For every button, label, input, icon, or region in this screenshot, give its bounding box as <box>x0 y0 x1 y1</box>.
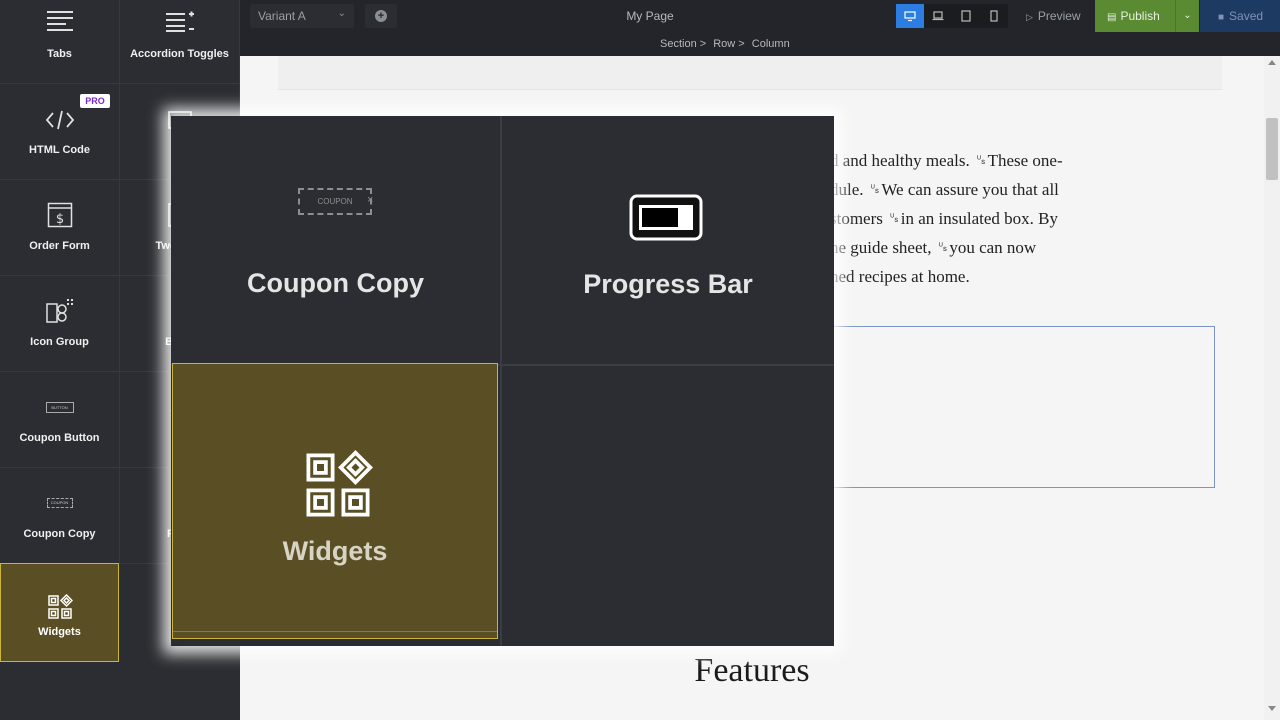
coupon-copy-zoom-icon-text: COUPON <box>317 197 353 206</box>
editor-topbar: Variant A ⌄ + My Page Section > Row > Co… <box>240 0 1280 56</box>
publish-icon: ▤ <box>1107 12 1117 23</box>
scroll-thumb[interactable] <box>1266 118 1278 180</box>
element-label: Accordion Toggles <box>130 48 229 60</box>
text-line: ned recipes at home. <box>830 267 970 286</box>
add-variant-button[interactable]: + <box>365 4 397 28</box>
element-label: Widgets <box>38 626 81 638</box>
element-widgets[interactable]: Widgets <box>0 563 119 662</box>
element-label: Tabs <box>47 48 72 60</box>
page-body-text[interactable]: d and healthy meals. ␟These one- dule. ␟… <box>830 146 1250 291</box>
icon-group-icon <box>45 299 73 323</box>
preview-label: Preview <box>1037 9 1081 23</box>
widgets-icon <box>303 450 373 525</box>
progress-bar-icon <box>629 194 703 246</box>
pro-badge: PRO <box>80 94 110 108</box>
zoom-cell-coupon-copy[interactable]: COUPON × Coupon Copy <box>171 116 500 364</box>
coupon-button-icon: BUTTON <box>45 402 74 413</box>
element-label: Coupon Copy <box>23 528 96 540</box>
text-line: dule. ␟We can assure you that all <box>830 180 1059 199</box>
publish-options-chevron-icon[interactable]: ⌄ <box>1175 0 1199 32</box>
breadcrumb: Section > Row > Column <box>660 38 880 50</box>
desktop-icon <box>904 10 916 21</box>
tablet-view-button[interactable] <box>952 4 980 28</box>
breadcrumb-section[interactable]: Section > <box>660 38 706 50</box>
accordion-icon <box>165 11 194 32</box>
page-section-strip[interactable] <box>278 56 1222 90</box>
selected-element-outline[interactable] <box>830 326 1215 488</box>
publish-button[interactable]: ▤ Publish ⌄ <box>1095 0 1199 32</box>
coupon-copy-icon-text: COUPON <box>50 500 69 505</box>
laptop-view-button[interactable] <box>924 4 952 28</box>
text-line: he guide sheet, ␟you can now <box>830 238 1037 257</box>
order-form-icon: $ <box>47 202 72 228</box>
features-heading[interactable]: Features <box>660 652 844 690</box>
device-switcher <box>896 4 1008 28</box>
breadcrumb-column[interactable]: Column <box>752 38 790 50</box>
page-title: My Page <box>626 9 674 23</box>
tabs-icon <box>46 11 73 31</box>
element-icon-group[interactable]: Icon Group <box>0 276 120 372</box>
mobile-icon <box>990 10 998 22</box>
element-coupon-copy[interactable]: COUPON Coupon Copy <box>0 468 120 564</box>
element-tabs[interactable]: Tabs <box>0 0 120 84</box>
breadcrumb-row[interactable]: Row > <box>713 38 745 50</box>
preview-button[interactable]: ▷ Preview <box>1026 9 1081 23</box>
element-accordion-toggles[interactable]: Accordion Toggles <box>120 0 240 84</box>
element-coupon-button[interactable]: BUTTON Coupon Button <box>0 372 120 468</box>
close-icon: × <box>367 194 374 206</box>
widgets-icon <box>47 594 73 619</box>
laptop-icon <box>932 11 944 21</box>
coupon-copy-icon: COUPON <box>298 188 372 215</box>
desktop-view-button[interactable] <box>896 4 924 28</box>
tablet-icon <box>961 10 971 22</box>
variant-select[interactable]: Variant A ⌄ <box>250 4 354 28</box>
mobile-view-button[interactable] <box>980 4 1008 28</box>
element-label: HTML Code <box>29 144 90 156</box>
zoom-cell-progress-bar[interactable]: Progress Bar <box>502 116 834 364</box>
zoom-cell-label: Widgets <box>282 536 388 566</box>
scroll-down-arrow[interactable] <box>1268 706 1276 711</box>
code-icon <box>45 110 74 130</box>
page-scrollbar[interactable] <box>1264 56 1280 720</box>
saved-label: Saved <box>1229 9 1264 23</box>
play-icon: ▷ <box>1026 12 1033 22</box>
coupon-button-icon-text: BUTTON <box>51 405 68 410</box>
magnified-element-preview: COUPON × Coupon Copy Progress Bar Widget… <box>171 116 834 646</box>
element-label: Order Form <box>29 240 90 252</box>
lock-icon: ■ <box>1218 12 1225 23</box>
scroll-up-arrow[interactable] <box>1268 60 1276 65</box>
element-order-form[interactable]: $ Order Form <box>0 180 120 276</box>
zoom-cell-bottom-line <box>173 631 497 632</box>
element-label: Icon Group <box>30 336 89 348</box>
text-line: stomers ␟in an insulated box. By <box>830 209 1058 228</box>
text-line: d and healthy meals. ␟These one- <box>830 151 1063 170</box>
zoom-cell-widgets[interactable]: Widgets <box>172 363 498 639</box>
plus-circle-icon: + <box>375 10 387 22</box>
saved-status[interactable]: ■ Saved <box>1200 0 1280 32</box>
svg-text:$: $ <box>55 212 63 227</box>
element-label: Coupon Button <box>19 432 100 444</box>
variant-label: Variant A <box>258 9 306 23</box>
chevron-down-icon: ⌄ <box>337 8 346 19</box>
publish-label: Publish <box>1120 9 1160 23</box>
coupon-copy-icon: COUPON <box>46 498 73 508</box>
zoom-cell-label: Progress Bar <box>583 269 753 299</box>
zoom-cell-label: Coupon Copy <box>247 268 424 298</box>
